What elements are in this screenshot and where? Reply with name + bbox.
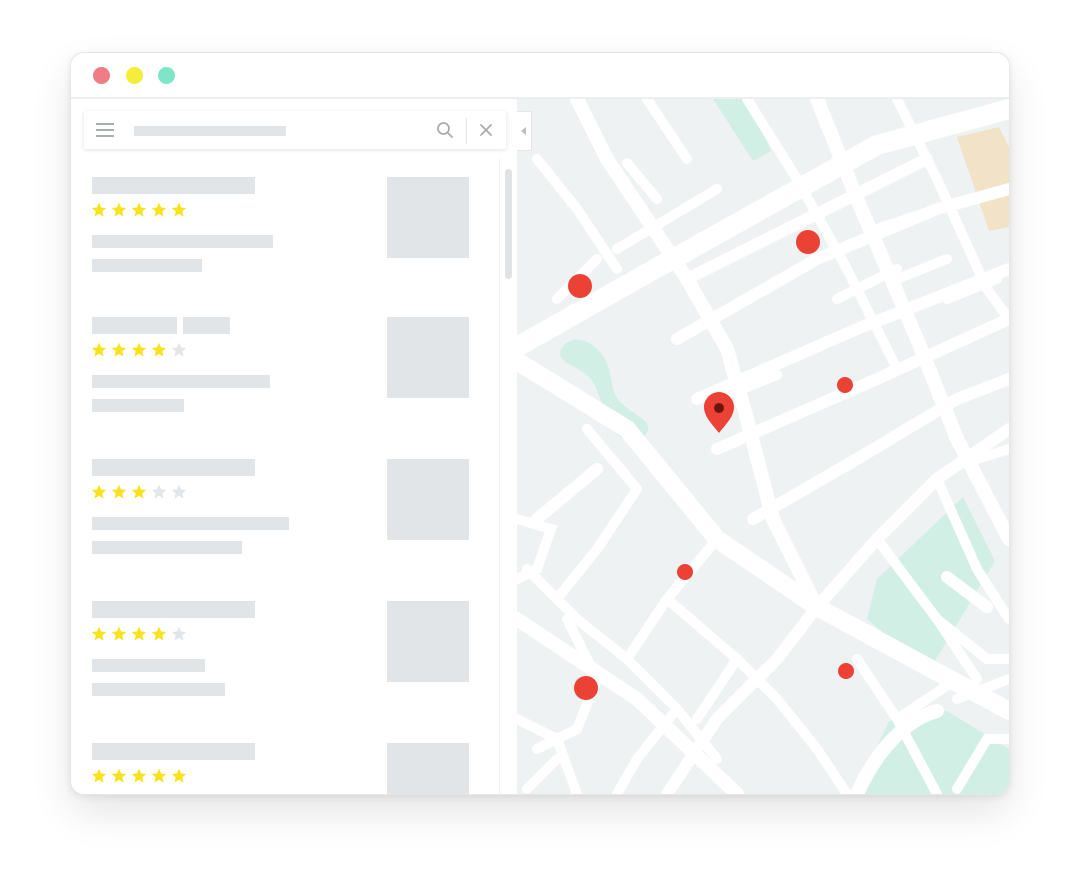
thumbnail-image	[387, 601, 469, 682]
thumbnail-image	[387, 177, 469, 258]
title-placeholder	[92, 459, 255, 476]
star-filled-icon	[131, 768, 147, 783]
text-placeholder	[92, 541, 242, 554]
thumbnail-image	[387, 459, 469, 540]
close-button[interactable]	[93, 67, 110, 84]
text-placeholder	[92, 259, 202, 272]
pin-center-dot	[714, 403, 724, 413]
title-bar	[71, 53, 1009, 99]
text-placeholder	[92, 235, 273, 248]
star-filled-icon	[131, 342, 147, 357]
thumbnail-image	[387, 317, 469, 398]
star-filled-icon	[171, 202, 187, 217]
map-streets	[517, 99, 1009, 794]
title-placeholder	[183, 317, 230, 334]
star-filled-icon	[91, 342, 107, 357]
minimize-button[interactable]	[126, 67, 143, 84]
text-placeholder	[92, 683, 225, 696]
star-filled-icon	[171, 768, 187, 783]
title-placeholder	[92, 177, 255, 194]
text-placeholder	[92, 659, 205, 672]
star-filled-icon	[131, 626, 147, 641]
star-filled-icon	[111, 342, 127, 357]
star-empty-icon	[151, 484, 167, 499]
star-empty-icon	[171, 626, 187, 641]
map-view[interactable]	[517, 99, 1009, 794]
star-filled-icon	[151, 768, 167, 783]
search-divider	[466, 118, 467, 144]
location-pin-icon[interactable]	[704, 392, 734, 433]
scrollbar-thumb[interactable]	[505, 169, 512, 279]
title-placeholder	[92, 601, 255, 618]
star-filled-icon	[91, 768, 107, 783]
close-icon[interactable]	[478, 122, 494, 138]
place-marker[interactable]	[838, 663, 854, 679]
star-filled-icon	[91, 484, 107, 499]
zoom-button[interactable]	[158, 67, 175, 84]
search-bar	[84, 111, 506, 149]
star-filled-icon	[91, 626, 107, 641]
text-placeholder	[92, 517, 289, 530]
scrollbar[interactable]	[499, 159, 517, 794]
app-window	[70, 52, 1010, 795]
collapse-panel-button[interactable]	[517, 111, 532, 151]
place-marker[interactable]	[568, 274, 592, 298]
star-filled-icon	[151, 626, 167, 641]
place-marker[interactable]	[837, 377, 853, 393]
chevron-left-icon	[521, 127, 526, 135]
place-marker[interactable]	[574, 676, 598, 700]
thumbnail-image	[387, 743, 469, 794]
star-filled-icon	[131, 484, 147, 499]
text-placeholder	[92, 399, 184, 412]
list-item[interactable]	[71, 441, 499, 584]
building-area	[957, 127, 1009, 231]
search-input[interactable]	[134, 126, 286, 136]
star-empty-icon	[171, 342, 187, 357]
place-marker[interactable]	[796, 230, 820, 254]
star-filled-icon	[111, 202, 127, 217]
star-filled-icon	[111, 626, 127, 641]
star-filled-icon	[151, 342, 167, 357]
star-filled-icon	[131, 202, 147, 217]
results-sidebar	[71, 99, 518, 794]
star-filled-icon	[91, 202, 107, 217]
search-icon[interactable]	[436, 121, 454, 139]
star-filled-icon	[151, 202, 167, 217]
list-item[interactable]	[71, 583, 499, 726]
title-placeholder	[92, 317, 177, 334]
list-item[interactable]	[71, 725, 499, 794]
menu-icon[interactable]	[96, 123, 114, 137]
star-filled-icon	[111, 484, 127, 499]
list-item[interactable]	[71, 159, 499, 302]
place-marker[interactable]	[677, 564, 693, 580]
star-filled-icon	[111, 768, 127, 783]
star-empty-icon	[171, 484, 187, 499]
title-placeholder	[92, 743, 255, 760]
list-item[interactable]	[71, 299, 499, 442]
text-placeholder	[92, 375, 270, 388]
